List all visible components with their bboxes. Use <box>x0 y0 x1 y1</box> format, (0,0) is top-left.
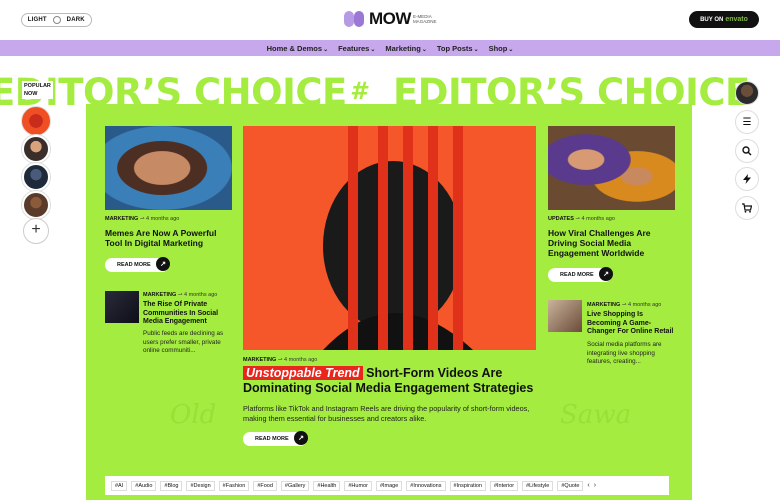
article-title-memes[interactable]: Memes Are Now A Powerful Tool In Digital… <box>105 228 235 248</box>
heading-separator: # <box>350 77 367 105</box>
section-heading: EDITOR’S CHOICE # EDITOR’S CHOICE <box>0 71 780 115</box>
chevron-down-icon: ⌄ <box>323 46 329 53</box>
site-logo[interactable]: MOW E-MEDIA MAGAZINE <box>344 9 449 29</box>
chevron-right-icon[interactable]: › <box>594 482 596 489</box>
tag-link[interactable]: #Interior <box>489 480 519 491</box>
chevron-down-icon: ⌄ <box>473 46 479 53</box>
heading-text-right: EDITOR’S CHOICE <box>393 71 750 114</box>
search-icon[interactable] <box>735 139 759 163</box>
article-title-viral[interactable]: How Viral Challenges Are Driving Social … <box>548 228 678 258</box>
arrow-icon: ↗ <box>599 267 613 281</box>
buy-on-envato-button[interactable]: BUY ON envato <box>689 11 759 28</box>
feature-article-excerpt: Platforms like TikTok and Instagram Reel… <box>243 404 530 423</box>
article-meta: MARKETING ⇀ 4 months ago <box>143 292 218 298</box>
tag-link[interactable]: #Design <box>186 480 215 491</box>
envato-brand: envato <box>725 16 748 23</box>
logo-mark-icon <box>344 10 366 28</box>
article-meta: MARKETING ⇀ 4 months ago <box>587 302 662 308</box>
article-thumb-communities[interactable] <box>105 291 139 323</box>
article-thumb-live-shopping[interactable] <box>548 300 582 332</box>
lightning-icon[interactable] <box>735 167 759 191</box>
read-more-button[interactable]: READ MORE ↗ <box>548 267 613 282</box>
background-script-decoration: Old <box>170 400 217 430</box>
tag-link[interactable]: #Inspiration <box>449 480 486 491</box>
tag-link[interactable]: #Fashion <box>218 480 250 491</box>
user-avatar[interactable] <box>735 81 759 105</box>
article-image-viral[interactable] <box>548 126 675 210</box>
feature-article-image[interactable] <box>243 126 536 350</box>
cart-icon[interactable] <box>735 196 759 220</box>
menu-icon[interactable]: ☰ <box>735 110 759 134</box>
tag-link[interactable]: #Lifestyle <box>522 480 554 491</box>
add-icon[interactable]: + <box>23 218 49 244</box>
tag-bar: #AI #Audio #Blog #Design #Fashion #Food … <box>105 476 669 495</box>
tag-link[interactable]: #Blog <box>160 480 183 491</box>
feature-article-title[interactable]: Unstoppable Trend Short-Form Videos Are … <box>243 366 543 396</box>
popular-now-label: POPULAR NOW <box>22 81 53 99</box>
logo-word: MOW <box>369 9 411 28</box>
toggle-knob-icon[interactable] <box>52 16 61 24</box>
nav-features[interactable]: Features⌄ <box>338 44 375 53</box>
nav-top-posts[interactable]: Top Posts⌄ <box>437 44 479 53</box>
article-meta: MARKETING ⇀ 4 months ago <box>243 357 318 363</box>
popular-story-thumb[interactable] <box>22 135 50 163</box>
chevron-down-icon: ⌄ <box>370 46 376 53</box>
arrow-icon: ↗ <box>156 257 170 271</box>
tag-link[interactable]: #Quote <box>557 480 584 491</box>
arrow-icon: ↗ <box>294 431 308 445</box>
buy-prefix: BUY ON <box>700 16 724 23</box>
popular-story-thumb[interactable] <box>22 191 50 219</box>
article-title-communities[interactable]: The Rise Of Private Communities In Socia… <box>143 301 233 327</box>
article-meta: UPDATES ⇀ 4 months ago <box>548 216 615 222</box>
chevron-down-icon: ⌄ <box>508 46 514 53</box>
chevron-down-icon: ⌄ <box>421 46 427 53</box>
tag-link[interactable]: #Food <box>253 480 277 491</box>
background-script-decoration: Sawa <box>560 400 632 430</box>
main-nav: Home & Demos⌄ Features⌄ Marketing⌄ Top P… <box>0 40 780 56</box>
article-title-live-shopping[interactable]: Live Shopping Is Becoming A Game-Changer… <box>587 311 677 337</box>
tag-link[interactable]: #Gallery <box>280 480 310 491</box>
read-more-button[interactable]: READ MORE ↗ <box>243 431 308 446</box>
clock-icon: ⇀ <box>139 216 145 222</box>
chevron-left-icon[interactable]: ‹ <box>587 482 589 489</box>
article-excerpt: Public feeds are declining as users pref… <box>143 330 224 354</box>
logo-tagline: E-MEDIA MAGAZINE <box>412 14 437 24</box>
tag-link[interactable]: #AI <box>111 480 128 491</box>
trend-badge: Unstoppable Trend <box>243 366 363 380</box>
article-meta: MARKETING ⇀ 4 months ago <box>105 216 180 222</box>
article-image-memes[interactable] <box>105 126 232 210</box>
tag-link[interactable]: #Health <box>313 480 341 491</box>
feature-illustration <box>323 126 473 350</box>
popular-story-thumb[interactable] <box>22 163 50 191</box>
article-excerpt: Social media platforms are integrating l… <box>587 341 662 365</box>
popular-story-thumb[interactable] <box>22 107 50 135</box>
theme-toggle[interactable]: LIGHT DARK <box>21 13 92 27</box>
top-bar: LIGHT DARK MOW E-MEDIA MAGAZINE BUY ON e… <box>0 0 780 40</box>
tag-link[interactable]: #Image <box>375 480 403 491</box>
read-more-button[interactable]: READ MORE ↗ <box>105 257 170 272</box>
tag-link[interactable]: #Innovations <box>406 480 446 491</box>
nav-home-demos[interactable]: Home & Demos⌄ <box>267 44 328 53</box>
tag-link[interactable]: #Audio <box>131 480 157 491</box>
nav-marketing[interactable]: Marketing⌄ <box>385 44 426 53</box>
light-mode-label[interactable]: LIGHT <box>22 17 53 23</box>
tag-link[interactable]: #Humor <box>344 480 372 491</box>
dark-mode-label[interactable]: DARK <box>61 17 92 23</box>
nav-shop[interactable]: Shop⌄ <box>489 44 514 53</box>
